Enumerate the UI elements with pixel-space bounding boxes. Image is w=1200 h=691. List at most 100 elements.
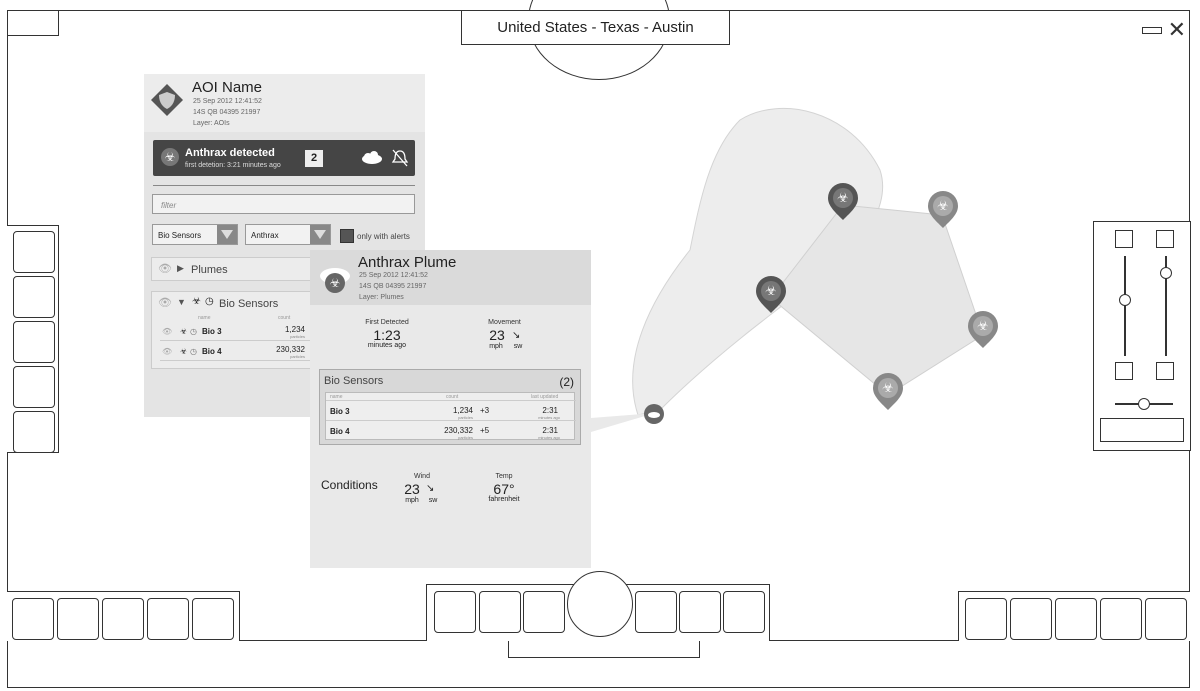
- bottom-right-button-5[interactable]: [1145, 598, 1187, 640]
- left-tool-button-3[interactable]: [13, 321, 55, 363]
- control-square-4[interactable]: [1156, 362, 1174, 380]
- bottom-left-button-1[interactable]: [12, 598, 54, 640]
- bottom-left-button-2[interactable]: [57, 598, 99, 640]
- wind-unit: mph: [405, 497, 419, 504]
- movement-value: 23: [489, 327, 505, 343]
- bottom-left-button-5[interactable]: [192, 598, 234, 640]
- eye-icon[interactable]: 👁: [158, 262, 172, 275]
- eye-icon[interactable]: 👁: [162, 347, 172, 356]
- aoi-shield-icon: [151, 84, 183, 116]
- bottom-right-button-2[interactable]: [1010, 598, 1052, 640]
- plume-metadata: 25 Sep 2012 12:41:52 14S QB 04395 21997 …: [359, 270, 428, 303]
- sensor-type-value: Bio Sensors: [158, 231, 202, 240]
- left-tool-button-4[interactable]: [13, 366, 55, 408]
- close-icon[interactable]: ✕: [1168, 19, 1186, 41]
- plume-title: Anthrax Plume: [358, 254, 457, 271]
- plume-layer: Layer: Plumes: [359, 294, 404, 301]
- first-detected-unit: minutes ago: [367, 342, 407, 349]
- alert-count-badge: 2: [305, 150, 323, 167]
- aoi-date: 25 Sep 2012 12:41:52: [193, 98, 262, 105]
- eye-icon[interactable]: 👁: [162, 327, 172, 336]
- conditions-label: Conditions: [321, 478, 378, 492]
- bottom-center-button-3[interactable]: [523, 591, 565, 633]
- table-row[interactable]: 👁 ☣ ◷ Bio 3 1,234 particles: [160, 322, 310, 341]
- alert-subtitle: first detetion: 3:21 minutes ago: [185, 162, 281, 169]
- bottom-center-button-2[interactable]: [479, 591, 521, 633]
- bell-off-icon[interactable]: [391, 148, 409, 168]
- bottom-right-button-1[interactable]: [965, 598, 1007, 640]
- row-count: 230,332: [276, 345, 305, 354]
- svg-text:☣: ☣: [330, 276, 341, 290]
- aoi-grid: 14S QB 04395 21997: [193, 109, 261, 116]
- left-tool-button-2[interactable]: [13, 276, 55, 318]
- svg-text:☣: ☣: [165, 150, 176, 164]
- table-row[interactable]: 👁 ☣ ◷ Bio 4 230,332 particles: [160, 342, 310, 361]
- plume-date: 25 Sep 2012 12:41:52: [359, 272, 428, 279]
- row-count: 230,332: [444, 426, 473, 435]
- control-square-2[interactable]: [1156, 230, 1174, 248]
- control-square-1[interactable]: [1115, 230, 1133, 248]
- bio-sensors-label: Bio Sensors: [219, 298, 279, 310]
- cloud-icon[interactable]: [359, 151, 383, 165]
- divider: [153, 185, 415, 186]
- slider-knob-horizontal[interactable]: [1138, 398, 1150, 410]
- chevron-right-icon[interactable]: ▶: [177, 263, 184, 274]
- plume-grid: 14S QB 04395 21997: [359, 283, 427, 290]
- slider-knob-left[interactable]: [1119, 294, 1131, 306]
- row-name: Bio 4: [330, 427, 350, 436]
- control-field[interactable]: [1100, 418, 1184, 442]
- bottom-left-button-4[interactable]: [147, 598, 189, 640]
- clock-icon: ◷: [190, 347, 197, 356]
- control-square-3[interactable]: [1115, 362, 1133, 380]
- biohazard-icon: ☣: [180, 327, 188, 336]
- wind-value: 23: [404, 481, 420, 497]
- alert-banner[interactable]: ☣ Anthrax detected first detetion: 3:21 …: [153, 140, 415, 176]
- temp-value: 67°: [493, 481, 515, 497]
- bottom-center-button-4[interactable]: [635, 591, 677, 633]
- slider-track-left: [1124, 256, 1126, 356]
- first-detected-label: First Detected: [365, 319, 409, 326]
- bottom-right-button-4[interactable]: [1100, 598, 1142, 640]
- left-toolbar: [7, 225, 59, 453]
- agent-dropdown[interactable]: Anthrax: [245, 224, 331, 245]
- center-action-button[interactable]: [567, 571, 633, 637]
- plumes-label: Plumes: [191, 264, 228, 276]
- row-unit: particles: [290, 334, 305, 339]
- column-header-count: count: [278, 315, 291, 321]
- bottom-right-button-3[interactable]: [1055, 598, 1097, 640]
- aoi-title: AOI Name: [192, 79, 263, 96]
- row-unit: particles: [290, 354, 305, 359]
- wind-direction: sw: [428, 497, 438, 504]
- bottom-left-button-3[interactable]: [102, 598, 144, 640]
- row-delta: +3: [480, 406, 490, 415]
- chevron-down-icon: [310, 225, 330, 244]
- right-control-panel: [1093, 221, 1191, 451]
- row-name: Bio 3: [202, 327, 222, 336]
- slider-knob-right[interactable]: [1160, 267, 1172, 279]
- bottom-center-tab: [508, 640, 700, 658]
- first-detected-value: 1:23: [373, 327, 401, 343]
- sensor-type-dropdown[interactable]: Bio Sensors: [152, 224, 238, 245]
- corner-tab[interactable]: [7, 10, 59, 36]
- plumes-group[interactable]: 👁 ▶ Plumes: [151, 257, 311, 281]
- chevron-down-icon[interactable]: ▼: [177, 297, 186, 307]
- bio-sensors-title: Bio Sensors: [324, 375, 384, 387]
- arrow-sw-icon: ↘: [512, 330, 521, 341]
- bottom-center-button-6[interactable]: [723, 591, 765, 633]
- bottom-center-button-1[interactable]: [434, 591, 476, 633]
- filter-input[interactable]: filter: [152, 194, 415, 214]
- minimize-icon[interactable]: [1141, 26, 1162, 34]
- chevron-down-icon: [217, 225, 237, 244]
- eye-icon[interactable]: 👁: [158, 296, 172, 309]
- left-tool-button-1[interactable]: [13, 231, 55, 273]
- movement-direction: sw: [513, 343, 523, 350]
- bio-sensors-count: (2): [559, 375, 574, 389]
- row-unit: particles: [458, 435, 473, 440]
- table-row[interactable]: Bio 4 230,332 particles +5 2:31 minutes …: [326, 420, 576, 441]
- bio-sensors-table: name count last updated Bio 3 1,234 part…: [325, 392, 576, 441]
- bottom-center-button-5[interactable]: [679, 591, 721, 633]
- left-tool-button-5[interactable]: [13, 411, 55, 453]
- plume-detail-panel: ☣ Anthrax Plume 25 Sep 2012 12:41:52 14S…: [310, 250, 591, 568]
- table-row[interactable]: Bio 3 1,234 particles +3 2:31 minutes ag…: [326, 400, 576, 421]
- only-alerts-checkbox[interactable]: [340, 229, 354, 243]
